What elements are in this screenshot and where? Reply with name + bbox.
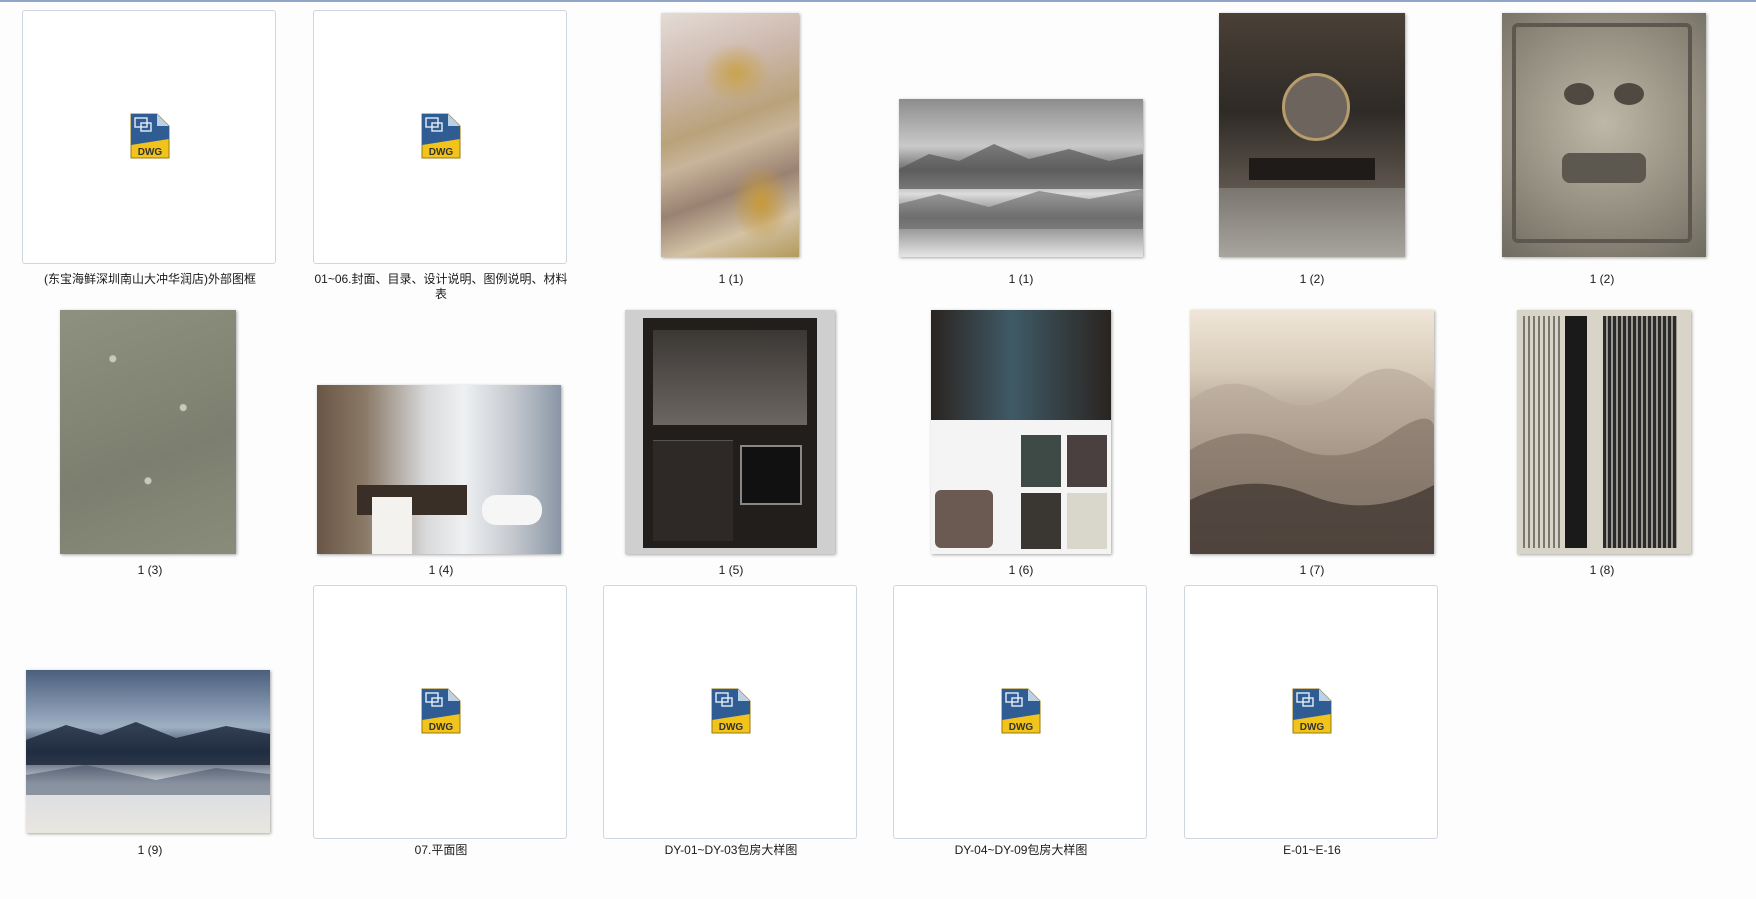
file-thumbnail[interactable] [1472,305,1732,563]
file-thumbnail[interactable] [1182,305,1442,563]
dwg-badge: DWG [1009,722,1034,733]
window-top-border [0,0,1756,2]
dwg-badge: DWG [138,147,163,158]
image-misty-mountains-grey [899,99,1143,257]
file-thumbnail[interactable] [601,8,861,266]
file-thumbnail[interactable] [1472,8,1732,266]
dwg-file-icon: DWG [1292,688,1332,734]
image-blue-mountains-fog [26,670,270,833]
file-name[interactable]: 1 (3) [20,563,280,578]
file-thumbnail[interactable]: DWG [311,8,571,266]
dwg-badge: DWG [429,722,454,733]
image-luxury-moodboard [931,310,1111,554]
dwg-badge: DWG [719,722,744,733]
file-thumbnail[interactable] [891,305,1151,563]
file-name[interactable]: 1 (8) [1472,563,1732,578]
file-thumbnail[interactable] [891,8,1151,266]
dwg-file-icon: DWG [130,113,170,159]
file-name[interactable]: 1 (2) [1182,272,1442,287]
file-name[interactable]: DY-04~DY-09包房大样图 [891,843,1151,858]
file-thumbnail[interactable]: DWG [311,583,571,841]
file-name[interactable]: 01~06.封面、目录、设计说明、图例说明、材料表 [311,272,571,302]
file-thumbnail[interactable]: DWG [891,583,1151,841]
file-name[interactable]: DY-01~DY-03包房大样图 [601,843,861,858]
file-name[interactable]: 1 (5) [601,563,861,578]
dwg-badge: DWG [1300,722,1325,733]
file-thumbnail[interactable] [20,583,280,841]
dwg-file-icon: DWG [711,688,751,734]
image-abstract-gold-painting [661,13,799,257]
file-thumbnail[interactable] [601,305,861,563]
file-name[interactable]: 1 (4) [311,563,571,578]
image-bathroom-mirror [1219,13,1405,257]
dwg-file-icon: DWG [1001,688,1041,734]
file-thumbnail[interactable]: DWG [20,8,280,266]
file-name[interactable]: 1 (9) [20,843,280,858]
image-stone-relief-face [1502,13,1706,257]
file-name[interactable]: (东宝海鲜深圳南山大冲华润店)外部图框 [20,272,280,287]
file-thumbnail[interactable] [311,305,571,563]
image-floral-wallpaper [60,310,236,554]
file-thumbnail[interactable]: DWG [601,583,861,841]
image-layered-mountain-gradient [1190,310,1434,554]
file-name[interactable]: E-01~E-16 [1182,843,1442,858]
file-name[interactable]: 07.平面图 [311,843,571,858]
image-bar-cabinet [625,310,835,554]
file-name[interactable]: 1 (6) [891,563,1151,578]
file-thumbnail[interactable] [1182,8,1442,266]
dwg-file-icon: DWG [421,688,461,734]
dwg-file-icon: DWG [421,113,461,159]
file-name[interactable]: 1 (1) [891,272,1151,287]
file-thumbnail[interactable] [20,305,280,563]
file-name[interactable]: 1 (1) [601,272,861,287]
dwg-badge: DWG [429,147,454,158]
file-thumbnail[interactable]: DWG [1182,583,1442,841]
image-ink-brush-strokes [1517,310,1691,554]
file-name[interactable]: 1 (7) [1182,563,1442,578]
file-name[interactable]: 1 (2) [1472,272,1732,287]
image-modern-bathroom [317,385,561,554]
